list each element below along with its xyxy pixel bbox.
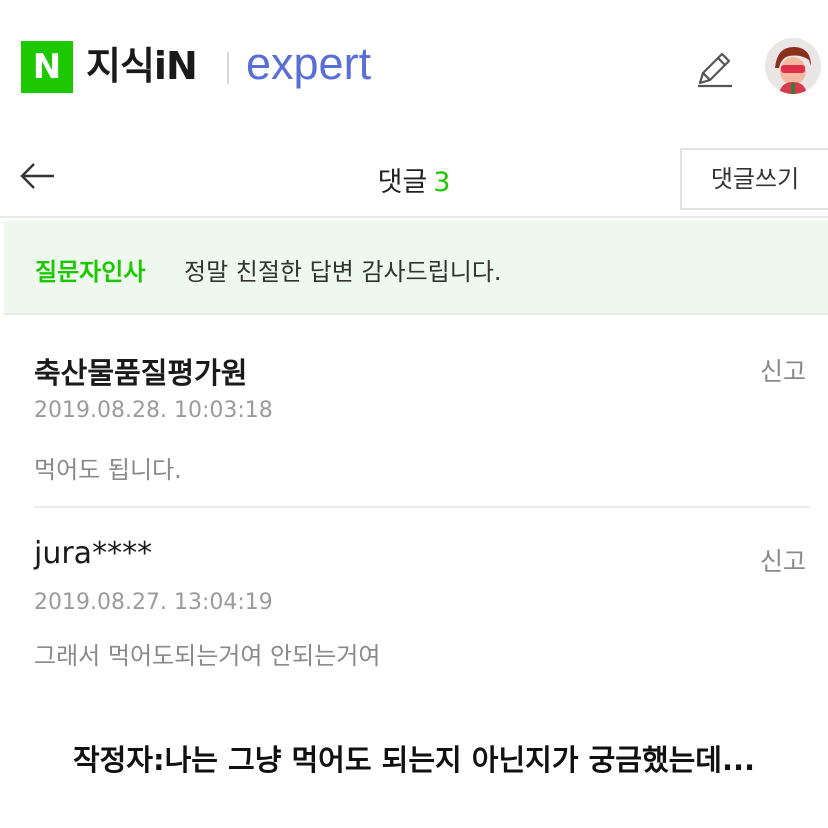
comment-date: 2019.08.28. 10:03:18 xyxy=(34,398,273,423)
comment-nav-bar: 댓글 3 댓글쓰기 xyxy=(0,140,828,218)
write-comment-button[interactable]: 댓글쓰기 xyxy=(680,148,828,210)
comment-author[interactable]: 축산물품질평가원 xyxy=(34,350,247,392)
list-item: jura**** 신고 2019.08.27. 13:04:19 그래서 먹어도… xyxy=(0,528,828,698)
pencil-icon[interactable] xyxy=(692,47,736,91)
thanks-label: 질문자인사 xyxy=(35,258,146,286)
naver-logo[interactable]: N xyxy=(21,41,73,93)
comment-author[interactable]: jura**** xyxy=(34,536,152,571)
report-button[interactable]: 신고 xyxy=(760,542,806,578)
brand-divider xyxy=(227,52,229,84)
comment-count: 3 xyxy=(433,167,451,198)
avatar[interactable] xyxy=(765,38,821,94)
report-button[interactable]: 신고 xyxy=(760,352,806,388)
thanks-text: 정말 친절한 답변 감사드립니다. xyxy=(184,258,502,286)
brand-title: 지식iN xyxy=(86,44,198,88)
meme-caption: 작정자:나는 그냥 먹어도 되는지 아닌지가 궁금했는데... xyxy=(72,743,756,777)
list-item: 축산물품질평가원 신고 2019.08.28. 10:03:18 먹어도 됩니다… xyxy=(0,330,828,506)
comment-title-label: 댓글 xyxy=(377,167,428,198)
comment-body: 그래서 먹어도되는거여 안되는거여 xyxy=(34,642,381,670)
expert-link[interactable]: expert xyxy=(246,34,371,94)
app-header: N 지식iN expert xyxy=(0,0,828,130)
comment-date: 2019.08.27. 13:04:19 xyxy=(34,590,273,615)
asker-thanks-banner: 질문자인사 정말 친절한 답변 감사드립니다. xyxy=(4,221,828,315)
comment-body: 먹어도 됩니다. xyxy=(34,456,182,484)
comment-divider xyxy=(34,506,810,508)
